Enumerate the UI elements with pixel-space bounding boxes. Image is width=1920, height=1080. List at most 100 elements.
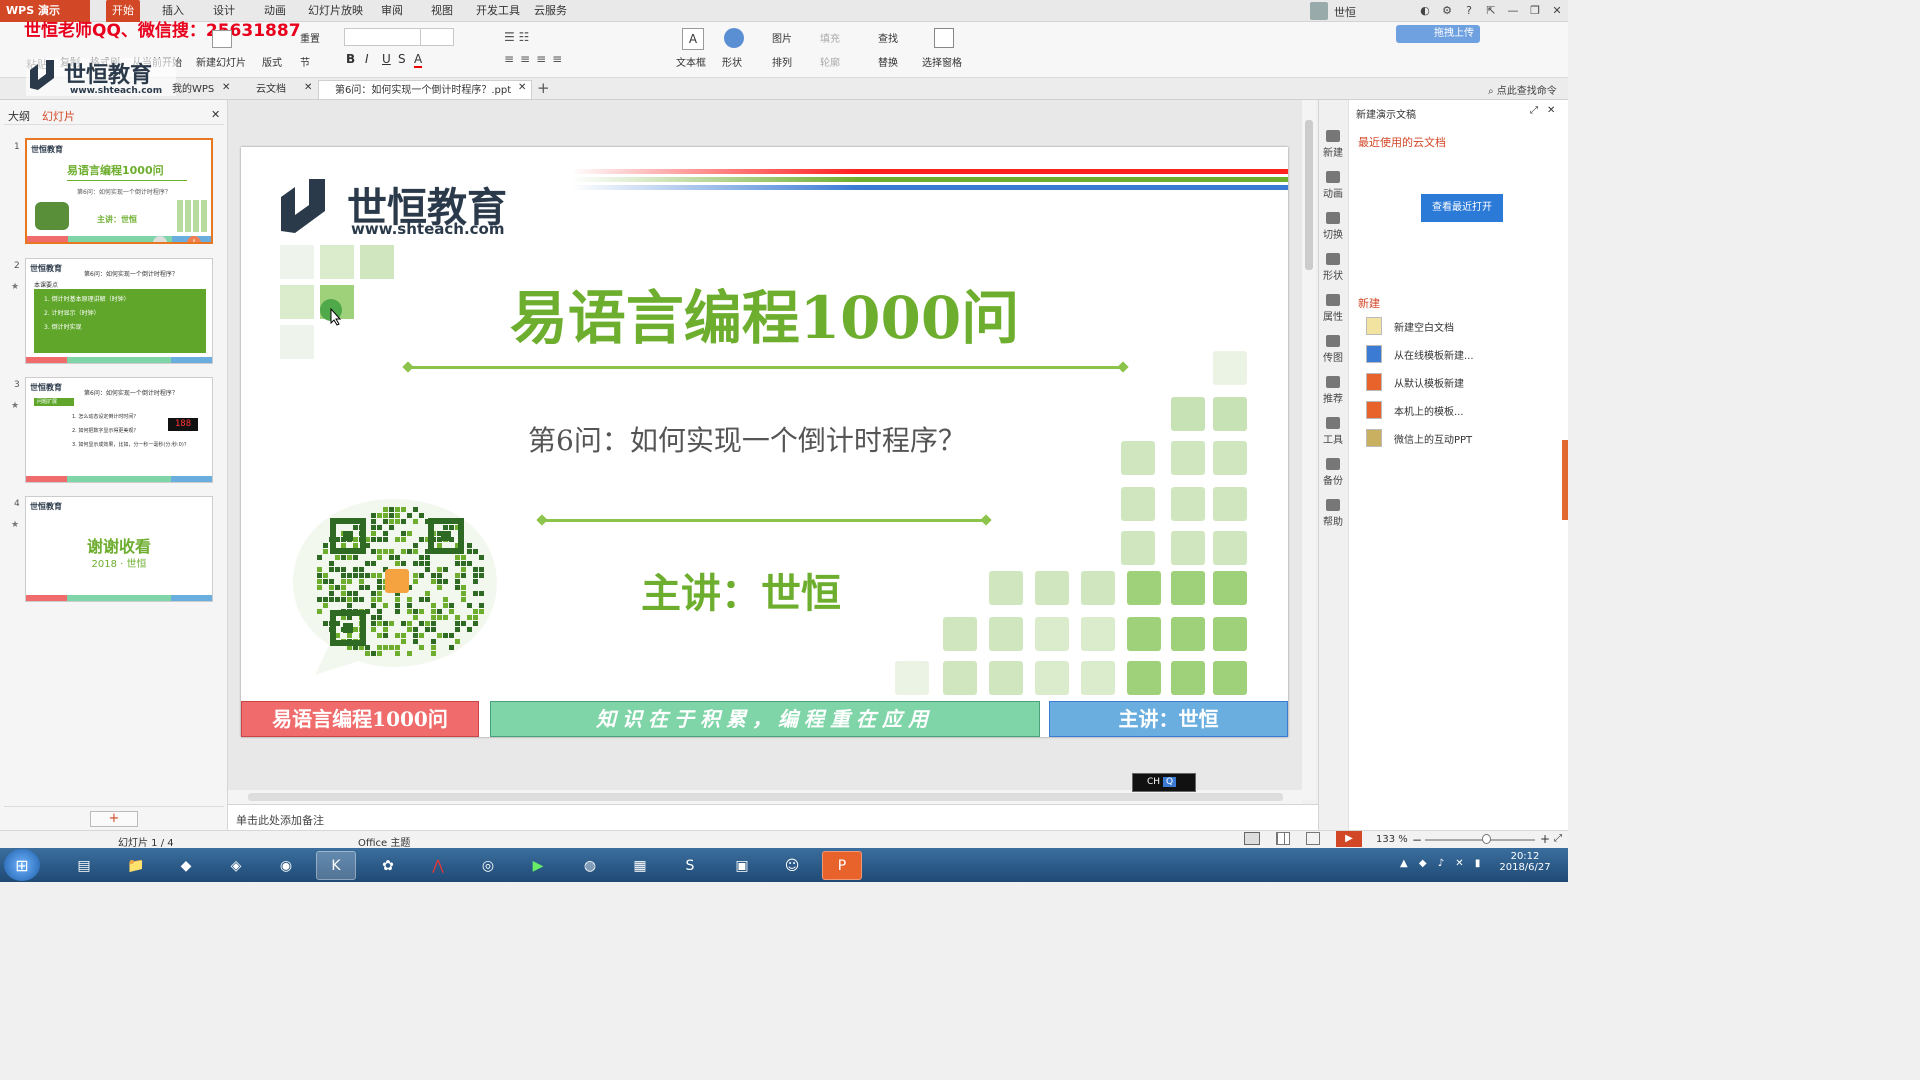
play-icon[interactable]	[153, 236, 167, 242]
taskbar-app-icon[interactable]: ◆	[166, 851, 206, 880]
taskbar-app-icon[interactable]: ✿	[368, 851, 408, 880]
new-option-item[interactable]: 新建空白文档	[1366, 316, 1546, 336]
arrange-button[interactable]: 排列	[772, 54, 792, 69]
taskbar-app-icon[interactable]: S	[670, 851, 710, 880]
ime-indicator[interactable]: CH Q	[1132, 773, 1196, 792]
tab-developer[interactable]: 开发工具	[470, 0, 526, 22]
normal-view-icon[interactable]	[1244, 832, 1260, 845]
right-toolbar-item[interactable]: 工具	[1318, 417, 1348, 446]
media-player-icon[interactable]: ▶	[518, 851, 558, 880]
new-option-item[interactable]: 从在线模板新建...	[1366, 344, 1546, 364]
taskbar-app-icon[interactable]: K	[316, 851, 356, 880]
close-button[interactable]: ✕	[1546, 0, 1568, 22]
taskbar-app-icon[interactable]: ▤	[64, 851, 104, 880]
right-toolbar-item[interactable]: 形状	[1318, 253, 1348, 282]
taskbar-app-icon[interactable]: ▣	[722, 851, 762, 880]
zoom-slider-thumb[interactable]	[1482, 834, 1491, 844]
close-icon[interactable]: ✕	[211, 108, 220, 121]
explorer-icon[interactable]: 📁	[116, 851, 156, 880]
close-icon[interactable]: ✕	[304, 82, 312, 93]
add-tab-icon[interactable]: +	[537, 79, 550, 97]
taskbar-app-icon[interactable]: ◍	[570, 851, 610, 880]
tab-view[interactable]: 视图	[425, 0, 459, 22]
close-icon[interactable]: ✕	[222, 82, 230, 93]
tab-slideshow[interactable]: 幻灯片放映	[302, 0, 369, 22]
slide-thumbnail-4[interactable]: 世恒教育 谢谢收看 2018 · 世恒	[25, 496, 213, 602]
right-toolbar-item[interactable]: 帮助	[1318, 499, 1348, 528]
tray-icons[interactable]: ▲ ◆ ♪ ✕ ▮	[1400, 858, 1484, 869]
doc-tab-current[interactable]: 第6问：如何实现一个倒计时程序？.ppt	[318, 80, 532, 99]
right-toolbar-item[interactable]: 新建	[1318, 130, 1348, 159]
outline-button[interactable]: 轮廓	[820, 54, 840, 69]
taskbar-app-icon[interactable]: ☺	[772, 851, 812, 880]
vertical-scrollbar[interactable]	[1302, 100, 1316, 800]
find-button[interactable]: 查找	[878, 30, 898, 45]
replace-button[interactable]: 替换	[878, 54, 898, 69]
new-option-item[interactable]: 从默认模板新建	[1366, 372, 1546, 392]
font-size-select[interactable]	[420, 28, 454, 46]
doc-tab-cloud[interactable]: 云文档	[252, 80, 290, 99]
avatar[interactable]	[1310, 2, 1328, 20]
picture-button[interactable]: 图片	[772, 30, 792, 45]
reset-button[interactable]: 重置	[300, 30, 320, 45]
close-icon[interactable]: ✕	[1547, 105, 1555, 116]
right-toolbar-item[interactable]: 备份	[1318, 458, 1348, 487]
italic-icon[interactable]: I	[365, 52, 369, 66]
slide-thumbnail-3[interactable]: 世恒教育 第6问：如何实现一个倒计时程序？ 问题扩展 1. 怎么动态设定倒计时时…	[25, 377, 213, 483]
font-color-icon[interactable]: A	[414, 52, 423, 68]
maximize-button[interactable]: ❐	[1524, 0, 1546, 22]
taskbar-app-icon[interactable]: ◎	[468, 851, 508, 880]
select-pane-button[interactable]: 选择窗格	[922, 54, 962, 69]
fit-window-icon[interactable]: ⤢	[1554, 833, 1562, 844]
help-icon[interactable]: ?	[1458, 0, 1480, 22]
add-slide-button[interactable]: +	[90, 811, 138, 827]
textbox-button[interactable]: 文本框	[676, 54, 706, 69]
layout-button[interactable]: 版式	[262, 54, 282, 69]
taskbar-app-icon[interactable]: ⋀	[418, 851, 458, 880]
right-toolbar-item[interactable]: 动画	[1318, 171, 1348, 200]
bold-icon[interactable]: B	[346, 52, 355, 66]
textbox-icon[interactable]: A	[682, 28, 704, 50]
new-slide-icon[interactable]	[212, 30, 232, 48]
shapes-icon[interactable]	[724, 28, 744, 48]
slide-1[interactable]: 世恒教育 www.shteach.com 易语言编程1000问 第6问：如何实现…	[241, 147, 1288, 737]
minimize-button[interactable]: —	[1502, 0, 1524, 22]
add-slide-icon[interactable]: +	[187, 236, 201, 242]
scroll-thumb[interactable]	[248, 793, 1283, 801]
command-search[interactable]: ⌕ 点此查找命令	[1488, 82, 1557, 97]
pin-icon[interactable]: ⤢	[1530, 105, 1538, 116]
doc-tab-mywps[interactable]: 我的WPS	[168, 80, 218, 99]
shadow-icon[interactable]: S	[398, 52, 406, 66]
tab-slides[interactable]: 幻灯片	[42, 108, 75, 124]
taskbar-app-icon[interactable]: ▦	[620, 851, 660, 880]
taskbar-app-icon[interactable]: ◈	[216, 851, 256, 880]
wps-presentation-icon[interactable]: P	[822, 851, 862, 880]
new-slide-button[interactable]: 新建幻灯片	[196, 54, 246, 69]
task-pane-title[interactable]: 新建演示文稿	[1356, 106, 1416, 121]
new-option-item[interactable]: 本机上的模板...	[1366, 400, 1546, 420]
tab-review[interactable]: 审阅	[375, 0, 409, 22]
notes-placeholder[interactable]: 单击此处添加备注	[236, 812, 324, 828]
slide-thumbnail-2[interactable]: 世恒教育 第6问：如何实现一个倒计时程序？ 本课要点 1. 倒计时基本原理讲解（…	[25, 258, 213, 364]
reading-view-icon[interactable]	[1306, 832, 1320, 845]
user-name[interactable]: 世恒	[1334, 4, 1356, 20]
start-button[interactable]: ⊞	[4, 849, 40, 881]
tab-cloud[interactable]: 云服务	[528, 0, 573, 22]
scroll-thumb[interactable]	[1305, 120, 1313, 270]
upload-button[interactable]: 拖拽上传	[1396, 25, 1480, 43]
align-icons[interactable]: ≡≡≡≡	[504, 52, 568, 66]
slide-thumbnail-1[interactable]: 世恒教育 易语言编程1000问 第6问：如何实现一个倒计时程序？ 主讲：世恒 +	[25, 138, 213, 244]
play-slideshow-button[interactable]: ▶	[1336, 831, 1362, 847]
restore-ribbon-icon[interactable]: ⇱	[1480, 0, 1502, 22]
taskbar-app-icon[interactable]: ◉	[266, 851, 306, 880]
zoom-in-icon[interactable]: +	[1540, 832, 1550, 846]
notes-pane[interactable]	[228, 804, 1318, 830]
right-toolbar-item[interactable]: 切换	[1318, 212, 1348, 241]
shapes-button[interactable]: 形状	[722, 54, 742, 69]
new-option-item[interactable]: 微信上的互动PPT	[1366, 428, 1546, 448]
right-toolbar-item[interactable]: 属性	[1318, 294, 1348, 323]
sorter-view-icon[interactable]	[1276, 832, 1290, 845]
fill-button[interactable]: 填充	[820, 30, 840, 45]
bullets-icon[interactable]: ☰ ☷	[504, 30, 529, 44]
clock[interactable]: 20:12 2018/6/27	[1498, 851, 1552, 873]
